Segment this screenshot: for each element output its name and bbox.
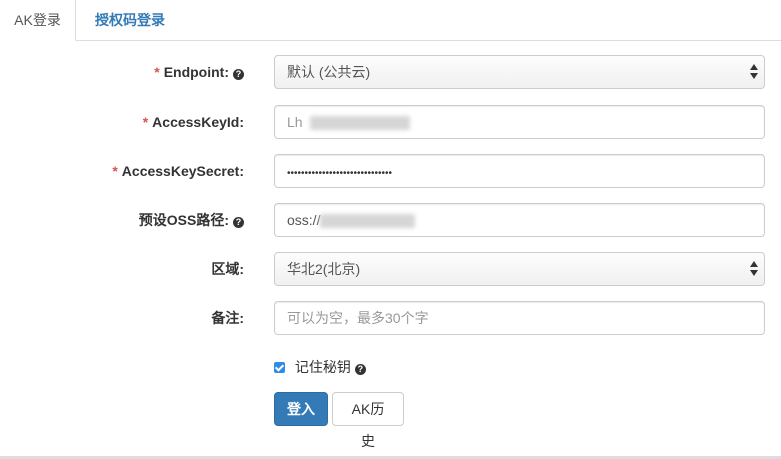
region-label: 区域: xyxy=(211,252,244,286)
select-arrows-icon xyxy=(750,261,758,277)
tab-auth-code-login[interactable]: 授权码登录 xyxy=(95,0,165,40)
note-label: 备注: xyxy=(211,301,244,335)
oss-path-label-text: 预设OSS路径: xyxy=(138,212,229,228)
region-select[interactable]: 华北2(北京) xyxy=(274,252,765,286)
access-key-id-value: Lh xyxy=(287,114,303,130)
access-key-id-label: * AccessKeyId: xyxy=(143,105,244,139)
access-key-secret-label: * AccessKeySecret: xyxy=(112,154,244,188)
oss-path-value: oss:// xyxy=(287,212,321,228)
region-label-text: 区域: xyxy=(211,261,244,277)
endpoint-selected-value: 默认 (公共云) xyxy=(287,64,371,80)
remember-key-label[interactable]: 记住秘钥 xyxy=(295,359,351,375)
access-key-secret-input[interactable]: •••••••••••••••••••••••••••••• xyxy=(274,154,765,188)
remember-key-checkbox[interactable] xyxy=(274,362,285,373)
tab-ak-login[interactable]: AK登录 xyxy=(0,0,76,41)
help-icon[interactable]: ? xyxy=(233,69,244,80)
remember-key-row: 记住秘钥? xyxy=(274,357,366,377)
access-key-id-row: * AccessKeyId: Lh xyxy=(0,105,781,139)
redacted-value xyxy=(310,116,411,131)
login-tabs: AK登录 授权码登录 xyxy=(0,0,781,41)
oss-path-row: 预设OSS路径:? oss:// xyxy=(0,203,781,237)
oss-path-label: 预设OSS路径:? xyxy=(139,203,244,237)
help-icon[interactable]: ? xyxy=(354,364,366,375)
access-key-id-input[interactable]: Lh xyxy=(274,105,765,139)
login-button[interactable]: 登入 xyxy=(274,392,328,426)
note-label-text: 备注: xyxy=(211,310,244,326)
help-icon[interactable]: ? xyxy=(233,217,244,228)
note-input[interactable] xyxy=(274,301,765,335)
access-key-id-label-text: AccessKeyId: xyxy=(152,114,244,130)
access-key-secret-row: * AccessKeySecret: ••••••••••••••••••••••… xyxy=(0,154,781,188)
endpoint-row: * Endpoint:? 默认 (公共云) xyxy=(0,55,781,89)
redacted-value xyxy=(320,214,416,229)
required-mark: * xyxy=(112,163,118,179)
required-mark: * xyxy=(154,64,160,80)
note-row: 备注: xyxy=(0,301,781,335)
oss-path-input[interactable]: oss:// xyxy=(274,203,765,237)
endpoint-label-text: Endpoint: xyxy=(163,64,229,80)
ak-history-button[interactable]: AK历史 xyxy=(332,392,404,449)
access-key-secret-value: •••••••••••••••••••••••••••••• xyxy=(287,168,393,179)
endpoint-select[interactable]: 默认 (公共云) xyxy=(274,55,765,89)
region-selected-value: 华北2(北京) xyxy=(287,261,361,277)
endpoint-label: * Endpoint:? xyxy=(154,55,244,89)
access-key-secret-label-text: AccessKeySecret: xyxy=(121,163,244,179)
required-mark: * xyxy=(142,114,149,130)
region-row: 区域: 华北2(北京) xyxy=(0,252,781,286)
select-arrows-icon xyxy=(750,64,758,80)
